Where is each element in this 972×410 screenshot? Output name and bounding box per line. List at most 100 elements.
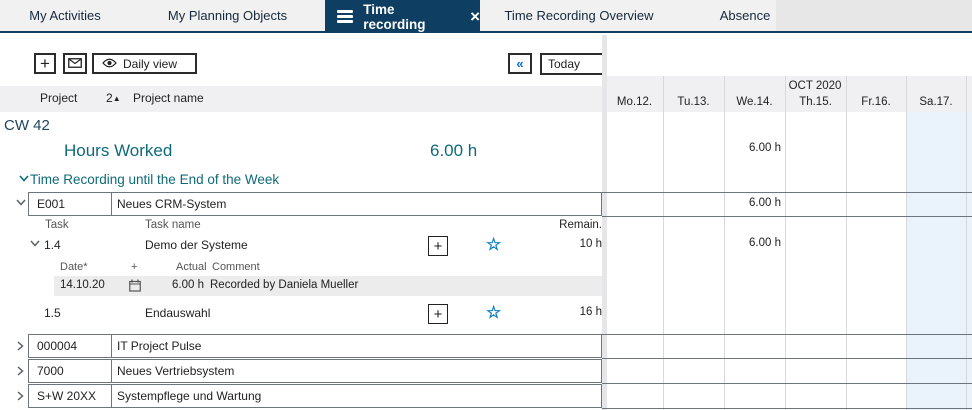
day-total-hours-worked: 6.00 h: [724, 142, 781, 154]
day-header-fr[interactable]: Fr.16.: [846, 96, 906, 110]
project-row[interactable]: S+W 20XX Systempflege und Wartung: [28, 384, 602, 408]
project-name: Systempflege und Wartung: [117, 389, 261, 403]
sort-indicator[interactable]: 2▲: [106, 91, 121, 105]
chevron-down-icon[interactable]: [16, 199, 26, 206]
task-name[interactable]: Endauswahl: [145, 306, 210, 320]
project-id: 000004: [37, 339, 77, 353]
column-task-name: Task name: [145, 219, 201, 231]
column-comment: Comment: [212, 261, 260, 273]
tab-absence[interactable]: Absence: [700, 0, 790, 31]
cell-divider: [111, 335, 112, 357]
tab-time-recording-overview[interactable]: Time Recording Overview: [495, 0, 663, 31]
column-actual: Actual: [176, 261, 207, 273]
tab-bar-underline: [0, 31, 972, 33]
add-entry-button[interactable]: +: [428, 304, 448, 324]
project-row[interactable]: 000004 IT Project Pulse: [28, 334, 602, 358]
time-recording-app: My Activities My Planning Objects Time r…: [0, 0, 972, 410]
favorite-star-icon[interactable]: ☆: [486, 236, 501, 253]
tab-time-recording-label: Time recording: [363, 2, 456, 32]
day-header-sa[interactable]: Sa.17.: [906, 96, 966, 110]
chevron-right-icon[interactable]: [17, 391, 24, 401]
project-id: 7000: [37, 364, 64, 378]
month-label: OCT 2020: [755, 80, 875, 92]
grid-row-line: [602, 192, 972, 193]
entry-actual-hours[interactable]: 6.00 h: [144, 279, 204, 291]
grid-column-line: [663, 76, 664, 410]
grid-row-line: [602, 383, 972, 384]
tab-bar-shade: [776, 0, 972, 31]
project-row-open[interactable]: E001 Neues CRM-System: [28, 192, 602, 216]
column-task: Task: [45, 219, 69, 231]
day-value-task: 6.00 h: [724, 237, 781, 249]
project-name: Neues Vertriebsystem: [117, 364, 234, 378]
section-header[interactable]: Time Recording until the End of the Week: [30, 172, 279, 187]
left-table-header: Project 2▲ Project name: [0, 86, 602, 112]
sort-ascending-icon: ▲: [113, 94, 121, 103]
calendar-week-label: CW 42: [4, 117, 50, 134]
column-plus: +: [131, 261, 137, 273]
project-row[interactable]: 7000 Neues Vertriebsystem: [28, 359, 602, 383]
chevrons-left-icon: «: [516, 56, 523, 71]
cell-divider: [111, 385, 112, 407]
weekend-column-highlight: [906, 112, 972, 410]
chevron-right-icon[interactable]: [17, 341, 24, 351]
eye-icon: [102, 55, 117, 73]
day-header-tu[interactable]: Tu.13.: [663, 96, 724, 110]
grid-column-line: [906, 76, 907, 410]
project-id: S+W 20XX: [37, 389, 96, 403]
cell-divider: [111, 193, 112, 215]
column-project[interactable]: Project: [40, 91, 77, 105]
grid-row-line: [602, 408, 972, 409]
hours-worked-total: 6.00 h: [430, 141, 477, 161]
menu-icon[interactable]: [337, 8, 353, 26]
tab-my-activities[interactable]: My Activities: [10, 0, 120, 31]
day-total-project: 6.00 h: [724, 197, 781, 209]
add-button[interactable]: +: [34, 53, 56, 74]
add-entry-button[interactable]: +: [428, 236, 448, 256]
daily-view-button[interactable]: Daily view: [92, 53, 197, 74]
envelope-icon: [68, 55, 82, 73]
daily-view-label: Daily view: [123, 57, 177, 71]
sort-order: 2: [106, 91, 113, 105]
task-remaining: 10 h: [542, 238, 602, 250]
close-icon[interactable]: ×: [470, 8, 480, 25]
entry-date[interactable]: 14.10.20: [60, 279, 105, 291]
grid-column-line: [785, 76, 786, 410]
column-remaining: Remain.: [542, 219, 602, 231]
task-id: 1.5: [44, 306, 61, 320]
project-name: Neues CRM-System: [117, 197, 226, 211]
plus-icon: +: [434, 306, 443, 323]
column-date: Date*: [60, 261, 88, 273]
column-project-name[interactable]: Project name: [133, 91, 204, 105]
today-select[interactable]: Today: [540, 53, 604, 75]
hours-worked-label: Hours Worked: [64, 141, 172, 161]
grid-row-line: [602, 358, 972, 359]
tab-bar: My Activities My Planning Objects Time r…: [0, 0, 972, 33]
calendar-icon[interactable]: [129, 279, 141, 297]
day-header-mo[interactable]: Mo.12.: [606, 96, 663, 110]
tab-my-planning-objects[interactable]: My Planning Objects: [150, 0, 305, 31]
project-name: IT Project Pulse: [117, 339, 201, 353]
day-header-th[interactable]: Th.15.: [785, 96, 846, 110]
project-id: E001: [37, 197, 65, 211]
plus-icon: +: [40, 55, 50, 72]
grid-row-line: [602, 334, 972, 335]
tab-time-recording[interactable]: Time recording ×: [325, 0, 480, 33]
grid-row-line: [602, 216, 972, 217]
chevron-right-icon[interactable]: [17, 366, 24, 376]
mail-button[interactable]: [63, 53, 87, 74]
task-id: 1.4: [44, 238, 61, 252]
chevron-down-icon[interactable]: [30, 240, 40, 247]
chevron-down-icon[interactable]: [19, 175, 29, 182]
cell-divider: [111, 360, 112, 382]
task-name[interactable]: Demo der Systeme: [145, 238, 248, 252]
favorite-star-icon[interactable]: ☆: [486, 304, 501, 321]
grid-column-line: [846, 76, 847, 410]
previous-week-button[interactable]: «: [508, 53, 532, 74]
entry-comment: Recorded by Daniela Mueller: [210, 279, 358, 291]
grid-column-line: [966, 76, 967, 410]
day-header-we[interactable]: We.14.: [724, 96, 785, 110]
week-grid: OCT 2020 Mo.12. Tu.13. We.14. Th.15. Fr.…: [602, 35, 972, 410]
plus-icon: +: [434, 238, 443, 255]
task-remaining: 16 h: [542, 306, 602, 318]
